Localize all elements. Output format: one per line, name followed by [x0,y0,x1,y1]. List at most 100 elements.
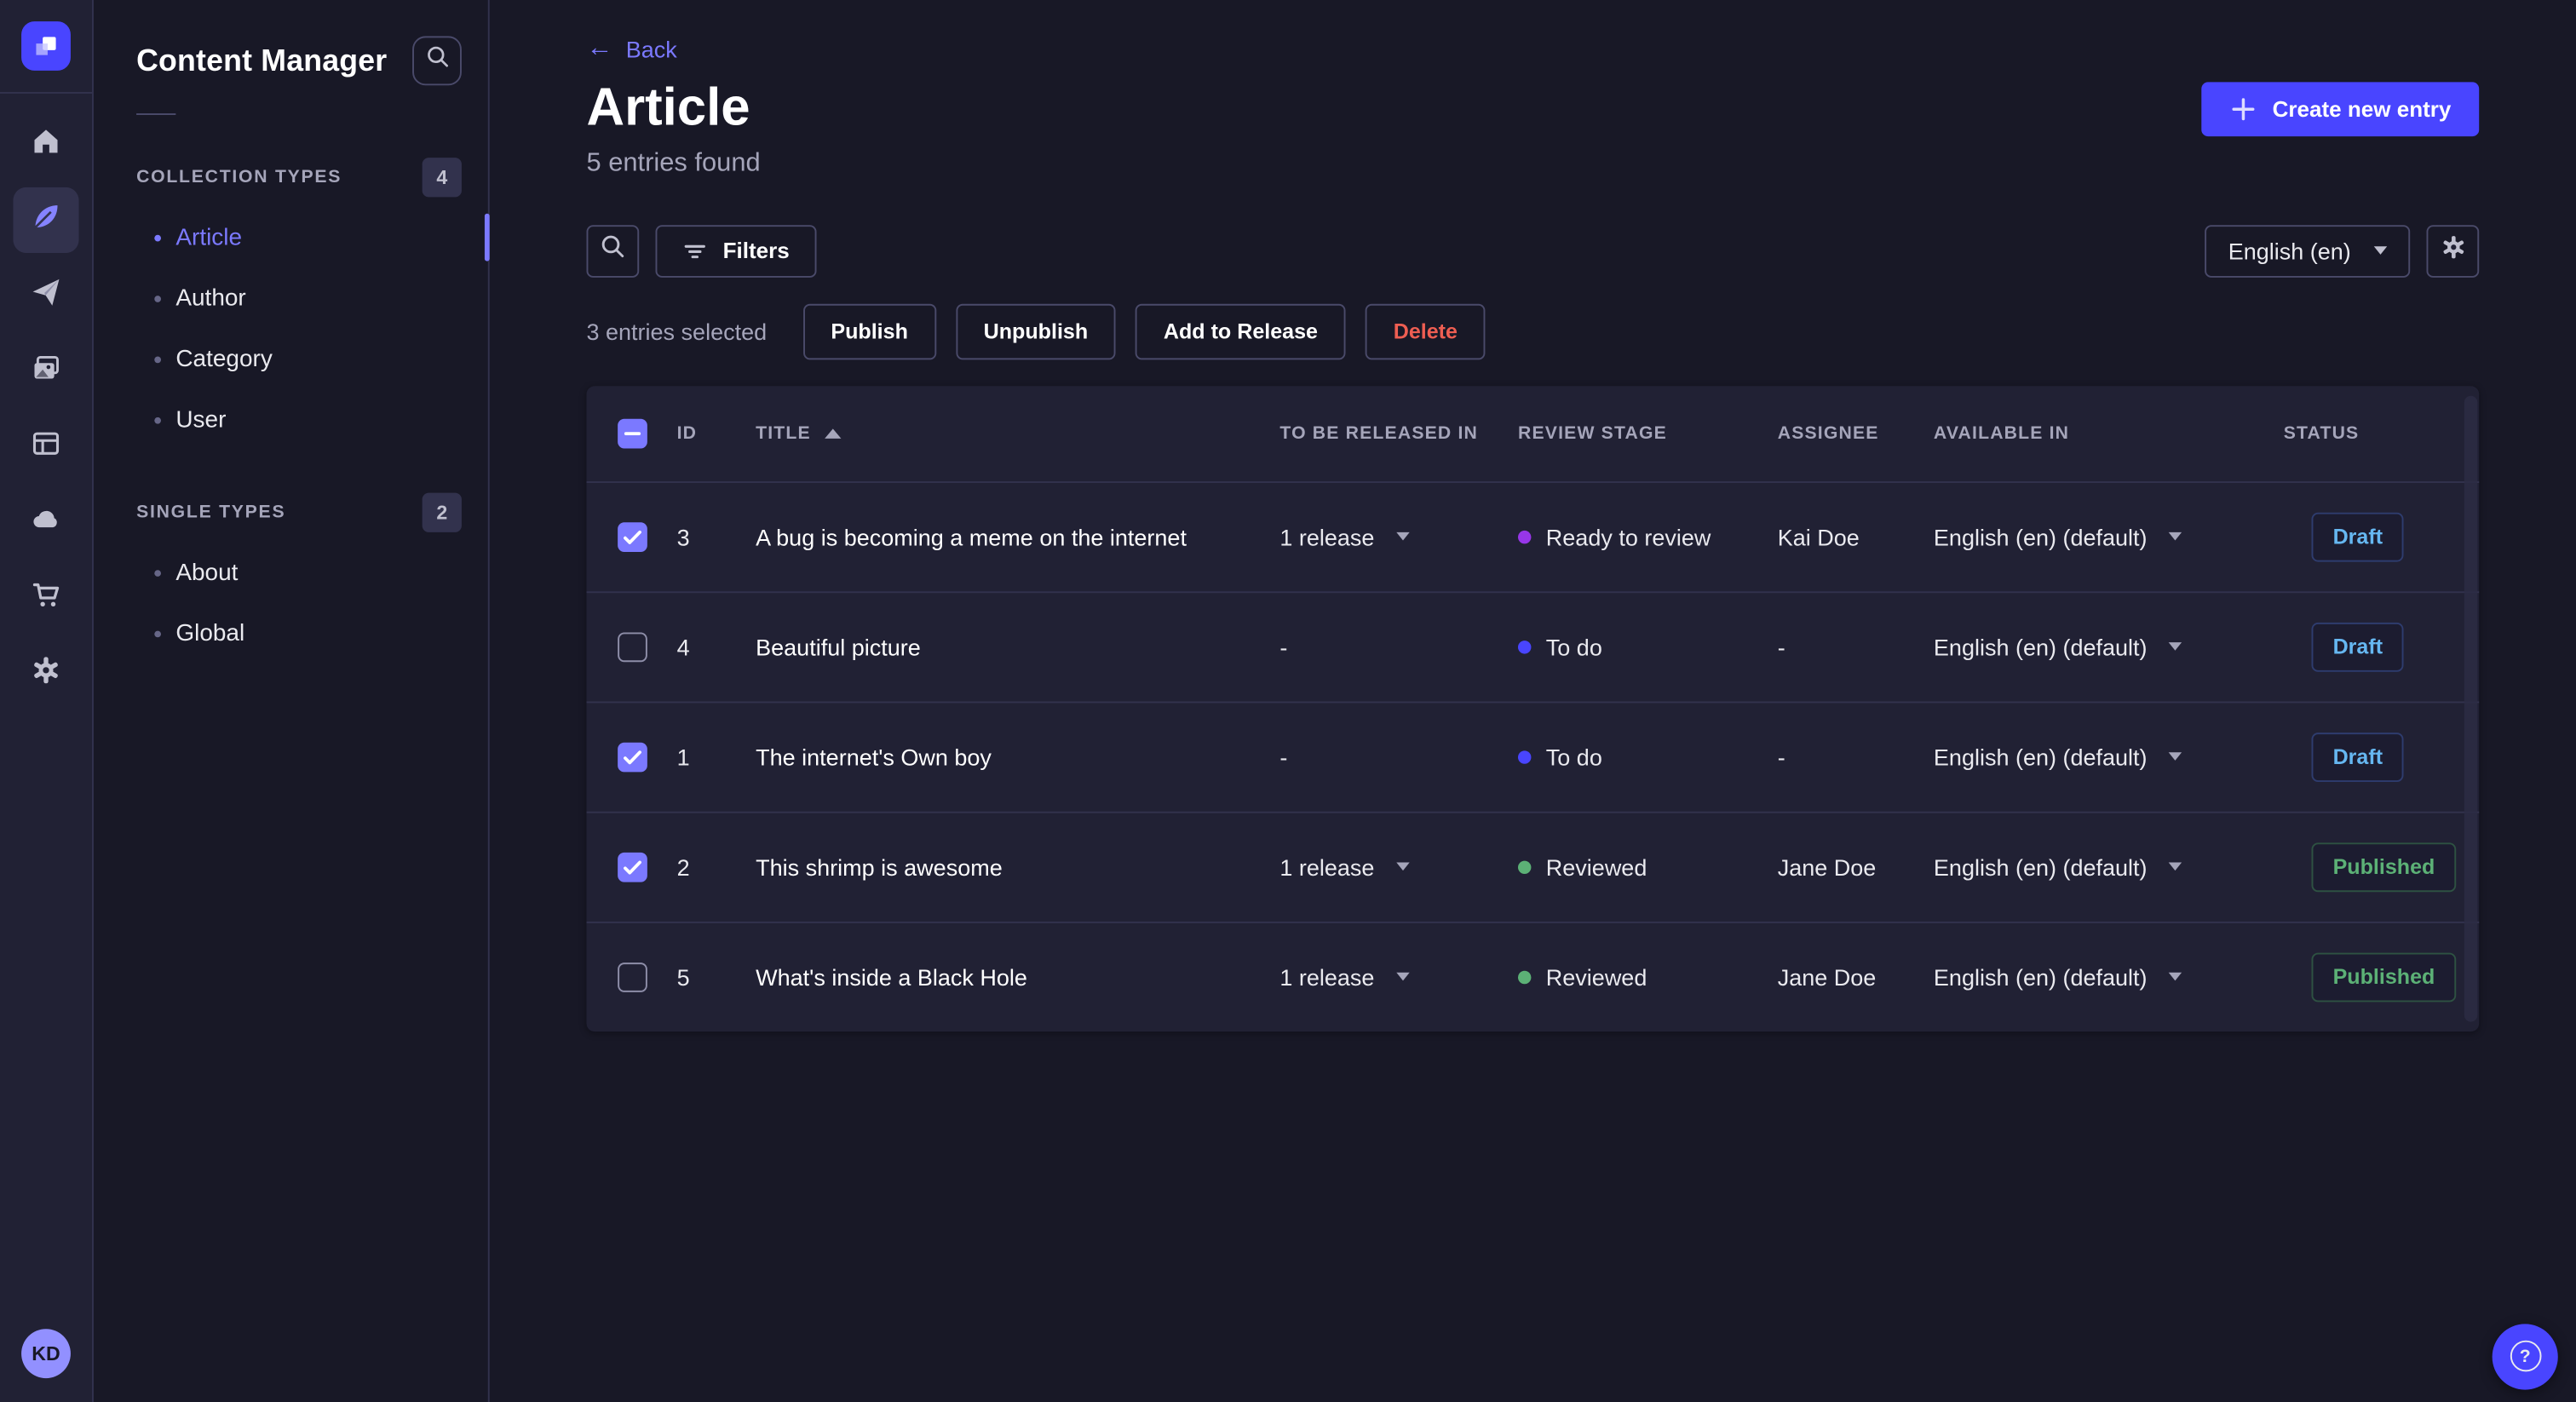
view-settings-button[interactable] [2426,224,2480,278]
add-to-release-button[interactable]: Add to Release [1136,303,1346,359]
assignee-cell: - [1777,744,1785,771]
images-icon [30,351,63,392]
table-row[interactable]: 1 The internet's Own boy - To do - English (e… [586,701,2480,811]
chevron-down-icon [2168,752,2182,761]
review-stage-label: Ready to review [1545,523,1711,550]
row-checkbox[interactable] [618,852,647,882]
status-badge: Published [2311,952,2457,1003]
id-cell: 5 [676,963,690,991]
sidebar-item-label: Author [175,284,246,312]
sidebar-item-list: Article Author Category User [94,207,490,450]
released-in-cell: - [1279,744,1518,770]
content-type-builder-nav-button[interactable] [13,414,78,480]
help-button[interactable]: ? [2492,1323,2558,1389]
table-row[interactable]: 2 This shrimp is awesome 1 release Reviewed… [586,811,2480,921]
column-header-available-in: AVAILABLE IN [1933,423,2070,444]
sidebar-item-category[interactable]: Category [94,329,488,389]
sidebar-item-about[interactable]: About [94,542,488,602]
chevron-down-icon [1395,863,1409,871]
bullet-icon [154,569,161,576]
column-header-to-be-released-in: TO BE RELEASED IN [1279,423,1478,444]
available-in-value: English (en) (default) [1933,744,2148,771]
column-header-status: STATUS [2283,423,2360,444]
row-checkbox-cell [586,521,676,552]
locale-select[interactable]: English (en) [2205,224,2411,278]
paper-plane-icon [30,275,63,316]
column-header-title[interactable]: TITLE [756,423,1279,443]
sidebar-item-article[interactable]: Article [94,207,490,267]
status-badge: Draft [2311,732,2405,782]
review-stage-dot [1517,970,1532,984]
select-all-checkbox[interactable] [618,418,647,449]
review-stage-label: To do [1545,634,1602,660]
released-in-value: 1 release [1279,853,1375,881]
home-nav-button[interactable] [13,112,78,177]
column-header-id[interactable]: ID [677,423,756,443]
content-manager-nav-button[interactable] [13,187,79,253]
deploy-nav-button[interactable] [13,490,78,555]
strapi-logo[interactable] [21,21,71,71]
sidebar-section-header[interactable]: SINGLE TYPES 2 [94,490,488,536]
assignee-cell: Jane Doe [1777,853,1877,881]
id-cell: 2 [676,853,690,881]
table-row[interactable]: 5 What's inside a Black Hole 1 release Revi… [586,921,2480,1031]
create-new-entry-button[interactable]: Create new entry [2201,82,2480,137]
settings-nav-button[interactable] [13,641,78,706]
gear-icon [30,653,63,694]
review-stage-cell: To do [1517,634,1778,660]
row-checkbox[interactable] [618,521,647,552]
marketplace-nav-button[interactable] [13,565,78,630]
id-cell: 3 [676,523,690,550]
unpublish-button[interactable]: Unpublish [955,303,1116,359]
available-in-cell[interactable]: English (en) (default) [1934,744,2284,770]
sidebar-section-count-badge: 2 [422,492,462,532]
available-in-cell[interactable]: English (en) (default) [1934,964,2284,991]
released-in-value: 1 release [1279,963,1375,991]
sidebar-search-button[interactable] [412,36,462,86]
status-cell: Draft [2284,732,2479,782]
sidebar-item-user[interactable]: User [94,389,488,450]
bullet-icon [154,416,161,423]
arrow-left-icon: ← [586,34,613,63]
sidebar-section-label: SINGLE TYPES [136,503,286,523]
entries-table-body: 3 A bug is becoming a meme on the interne… [586,480,2480,1031]
row-checkbox[interactable] [618,742,647,773]
publish-button[interactable]: Publish [802,303,936,359]
chevron-down-icon [2168,863,2182,871]
id-cell: 1 [676,744,690,771]
released-in-cell[interactable]: 1 release [1279,524,1518,550]
status-cell: Published [2284,952,2479,1003]
layout-icon [30,426,63,467]
released-in-value: - [1279,634,1288,660]
list-search-button[interactable] [586,224,640,278]
bullet-icon [154,629,161,637]
sidebar-item-global[interactable]: Global [94,603,488,664]
releases-nav-button[interactable] [13,263,78,329]
filter-icon [681,238,708,264]
released-in-cell[interactable]: 1 release [1279,853,1518,880]
sidebar-section-header[interactable]: COLLECTION TYPES 4 [94,154,488,200]
table-row[interactable]: 4 Beautiful picture - To do - English (en) (d… [586,590,2480,701]
delete-button[interactable]: Delete [1365,303,1486,359]
sidebar-item-author[interactable]: Author [94,267,488,328]
sidebar-item-label: About [175,559,239,586]
review-stage-cell: Reviewed [1517,964,1778,991]
released-in-cell[interactable]: 1 release [1279,964,1518,991]
available-in-cell[interactable]: English (en) (default) [1934,524,2284,550]
sidebar-item-label: User [175,406,227,434]
media-library-nav-button[interactable] [13,338,78,404]
row-checkbox[interactable] [618,962,647,992]
chevron-down-icon [1395,532,1409,542]
row-checkbox[interactable] [618,632,647,662]
sidebar-section: SINGLE TYPES 2 About Global [94,490,488,664]
available-in-cell[interactable]: English (en) (default) [1934,634,2284,660]
available-in-cell[interactable]: English (en) (default) [1934,853,2284,880]
user-avatar[interactable]: KD [21,1328,71,1378]
sidebar-section-count-badge: 4 [422,158,462,198]
review-stage-dot [1517,640,1532,654]
filters-button[interactable]: Filters [655,224,816,278]
review-stage-label: Reviewed [1545,853,1647,881]
back-link[interactable]: ← Back [586,34,676,63]
table-row[interactable]: 3 A bug is becoming a meme on the interne… [586,480,2480,591]
filters-label: Filters [722,238,790,264]
